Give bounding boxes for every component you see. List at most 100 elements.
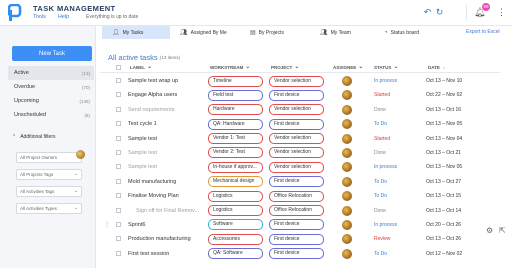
filter-item-unscheduled[interactable]: Unscheduled (6)	[8, 108, 94, 122]
date-range[interactable]: Oct 13 – Nov 04	[426, 136, 462, 142]
workstream-pill[interactable]: QA: Hardware	[208, 118, 263, 130]
table-row[interactable]: Sample test Vendor 2: Test Vendor selectio…	[100, 146, 500, 160]
settings-icon[interactable]: ⚙	[486, 226, 493, 235]
table-row[interactable]: Send requirements Hardware Vendor selectio…	[100, 103, 500, 117]
assignee-avatar[interactable]	[342, 176, 352, 187]
row-checkbox[interactable]	[116, 221, 121, 227]
menu-help[interactable]: Help	[58, 14, 69, 20]
tab-status-board[interactable]: ◔ Status board	[374, 26, 446, 39]
table-row[interactable]: Sign off for Final Remov... Logistics Offi…	[100, 204, 500, 218]
table-row[interactable]: Finalise Moving Plan Logistics Office Relo…	[100, 189, 500, 203]
tab-my-tasks[interactable]: 👤︎ My Tasks	[102, 26, 170, 39]
column-label[interactable]: LABEL ⏷	[130, 65, 152, 70]
task-label[interactable]: Sample test	[128, 164, 157, 170]
table-row[interactable]: Production manufacturing Accessories First…	[100, 232, 500, 246]
workstream-pill[interactable]: Vendor 2: Test	[208, 147, 263, 159]
status-text[interactable]: Started	[374, 136, 390, 142]
task-label[interactable]: Sample test wrap up	[128, 78, 178, 84]
row-checkbox[interactable]	[116, 121, 121, 127]
date-range[interactable]: Oct 13 – Nov 10	[426, 78, 462, 84]
date-range[interactable]: Oct 12 – Nov 02	[426, 251, 462, 257]
workstream-pill[interactable]: Software	[208, 219, 263, 231]
row-checkbox[interactable]	[116, 193, 121, 199]
status-text[interactable]: To Do	[374, 121, 387, 127]
select-activities-tags[interactable]: All Activities Tags ⌄	[16, 186, 82, 197]
assignee-avatar[interactable]	[342, 248, 352, 259]
row-checkbox[interactable]	[116, 106, 121, 112]
task-label[interactable]: Test cycle 1	[128, 121, 157, 127]
select-projects-tags[interactable]: All Projects Tags ⌄	[16, 169, 82, 180]
assignee-avatar[interactable]	[342, 76, 352, 86]
project-pill[interactable]: Vendor selection	[269, 75, 324, 87]
date-range[interactable]: Oct 13 – Nov 05	[426, 121, 462, 127]
tab-my-team[interactable]: 👥︎ My Team	[310, 26, 374, 39]
task-label[interactable]: Sample test	[128, 136, 157, 142]
assignee-avatar[interactable]	[342, 147, 352, 158]
status-text[interactable]: Done	[374, 208, 386, 214]
assignee-avatar[interactable]	[342, 90, 352, 101]
date-range[interactable]: Oct 20 – Oct 26	[426, 222, 461, 228]
assignee-avatar[interactable]	[342, 191, 352, 202]
task-label[interactable]: Sprint6	[128, 222, 145, 228]
workstream-pill[interactable]: Accessories	[208, 233, 263, 245]
table-row[interactable]: Mold manufacturing Mechanical design First…	[100, 175, 500, 189]
row-checkbox[interactable]	[116, 207, 121, 213]
task-label[interactable]: Engage Alpha users	[128, 92, 177, 98]
status-text[interactable]: In process	[374, 222, 397, 228]
project-pill[interactable]: First device	[269, 233, 324, 245]
assignee-avatar[interactable]	[342, 219, 352, 230]
table-row[interactable]: Engage Alpha users Field test First device…	[100, 88, 500, 102]
workstream-pill[interactable]: In-house if approv...	[208, 161, 263, 173]
row-checkbox[interactable]	[116, 250, 121, 256]
workstream-pill[interactable]: QA: Software	[208, 248, 263, 260]
column-workstream[interactable]: WORKSTREAM ⏷	[210, 65, 250, 70]
project-pill[interactable]: Vendor selection	[269, 147, 324, 159]
assignee-avatar[interactable]	[342, 104, 352, 115]
assignee-avatar[interactable]	[342, 234, 352, 245]
row-checkbox[interactable]	[116, 92, 121, 98]
date-range[interactable]: Oct 13 – Oct 26	[426, 236, 461, 242]
project-pill[interactable]: Vendor selection	[269, 104, 324, 116]
task-label[interactable]: Send requirements	[128, 107, 174, 113]
drag-handle-icon[interactable]: ⋮	[104, 221, 110, 228]
task-label[interactable]: Production manufacturing	[128, 236, 191, 242]
filter-item-active[interactable]: Active (13)	[8, 66, 94, 80]
status-text[interactable]: Done	[374, 107, 386, 113]
row-checkbox[interactable]	[116, 78, 121, 83]
workstream-pill[interactable]: Timeline	[208, 75, 263, 87]
filter-item-overdue[interactable]: Overdue (70)	[8, 80, 94, 94]
refresh-icon[interactable]: ↻	[434, 7, 445, 18]
status-text[interactable]: To Do	[374, 251, 387, 257]
column-status[interactable]: STATUS ⏷	[374, 65, 398, 70]
row-checkbox[interactable]	[116, 236, 121, 242]
new-task-button[interactable]: New Task	[12, 46, 92, 61]
status-text[interactable]: Done	[374, 150, 386, 156]
select-project-owners[interactable]: All Project Owners	[16, 152, 82, 163]
external-link-icon[interactable]: ⇱	[499, 226, 506, 235]
project-pill[interactable]: First device	[269, 219, 324, 231]
status-text[interactable]: To Do	[374, 179, 387, 185]
project-pill[interactable]: First device	[269, 248, 324, 260]
table-row[interactable]: Test cycle 1 QA: Hardware First device To D…	[100, 117, 500, 131]
task-label[interactable]: Finalise Moving Plan	[128, 193, 179, 199]
date-range[interactable]: Oct 13 – Oct 15	[426, 193, 461, 199]
date-range[interactable]: Oct 13 – Oct 14	[426, 208, 461, 214]
table-row[interactable]: ⋮ Sprint6 Software First device In process Oc…	[100, 218, 500, 232]
status-text[interactable]: Review	[374, 236, 390, 242]
table-row[interactable]: Sample test Vendor 1: Test Vendor selectio…	[100, 132, 500, 146]
workstream-pill[interactable]: Logistics	[208, 190, 263, 202]
date-range[interactable]: Oct 13 – Oct 27	[426, 179, 461, 185]
table-row[interactable]: Sample test In-house if approv... Vendor s…	[100, 160, 500, 174]
date-range[interactable]: Oct 22 – Nov 02	[426, 92, 462, 98]
select-all-checkbox[interactable]	[116, 65, 121, 70]
workstream-pill[interactable]: Logistics	[208, 205, 263, 217]
additional-filters-toggle[interactable]: ⌃ Additional filters	[12, 134, 56, 140]
status-text[interactable]: In process	[374, 78, 397, 84]
project-pill[interactable]: Vendor selection	[269, 133, 324, 145]
select-activities-types[interactable]: All Activities Types ⌄	[16, 203, 82, 214]
row-checkbox[interactable]	[116, 164, 121, 170]
task-label[interactable]: Mold manufacturing	[128, 179, 176, 185]
date-range[interactable]: Oct 13 – Oct 16	[426, 107, 461, 113]
project-pill[interactable]: Office Relocation	[269, 190, 324, 202]
undo-icon[interactable]: ↶	[422, 7, 433, 18]
